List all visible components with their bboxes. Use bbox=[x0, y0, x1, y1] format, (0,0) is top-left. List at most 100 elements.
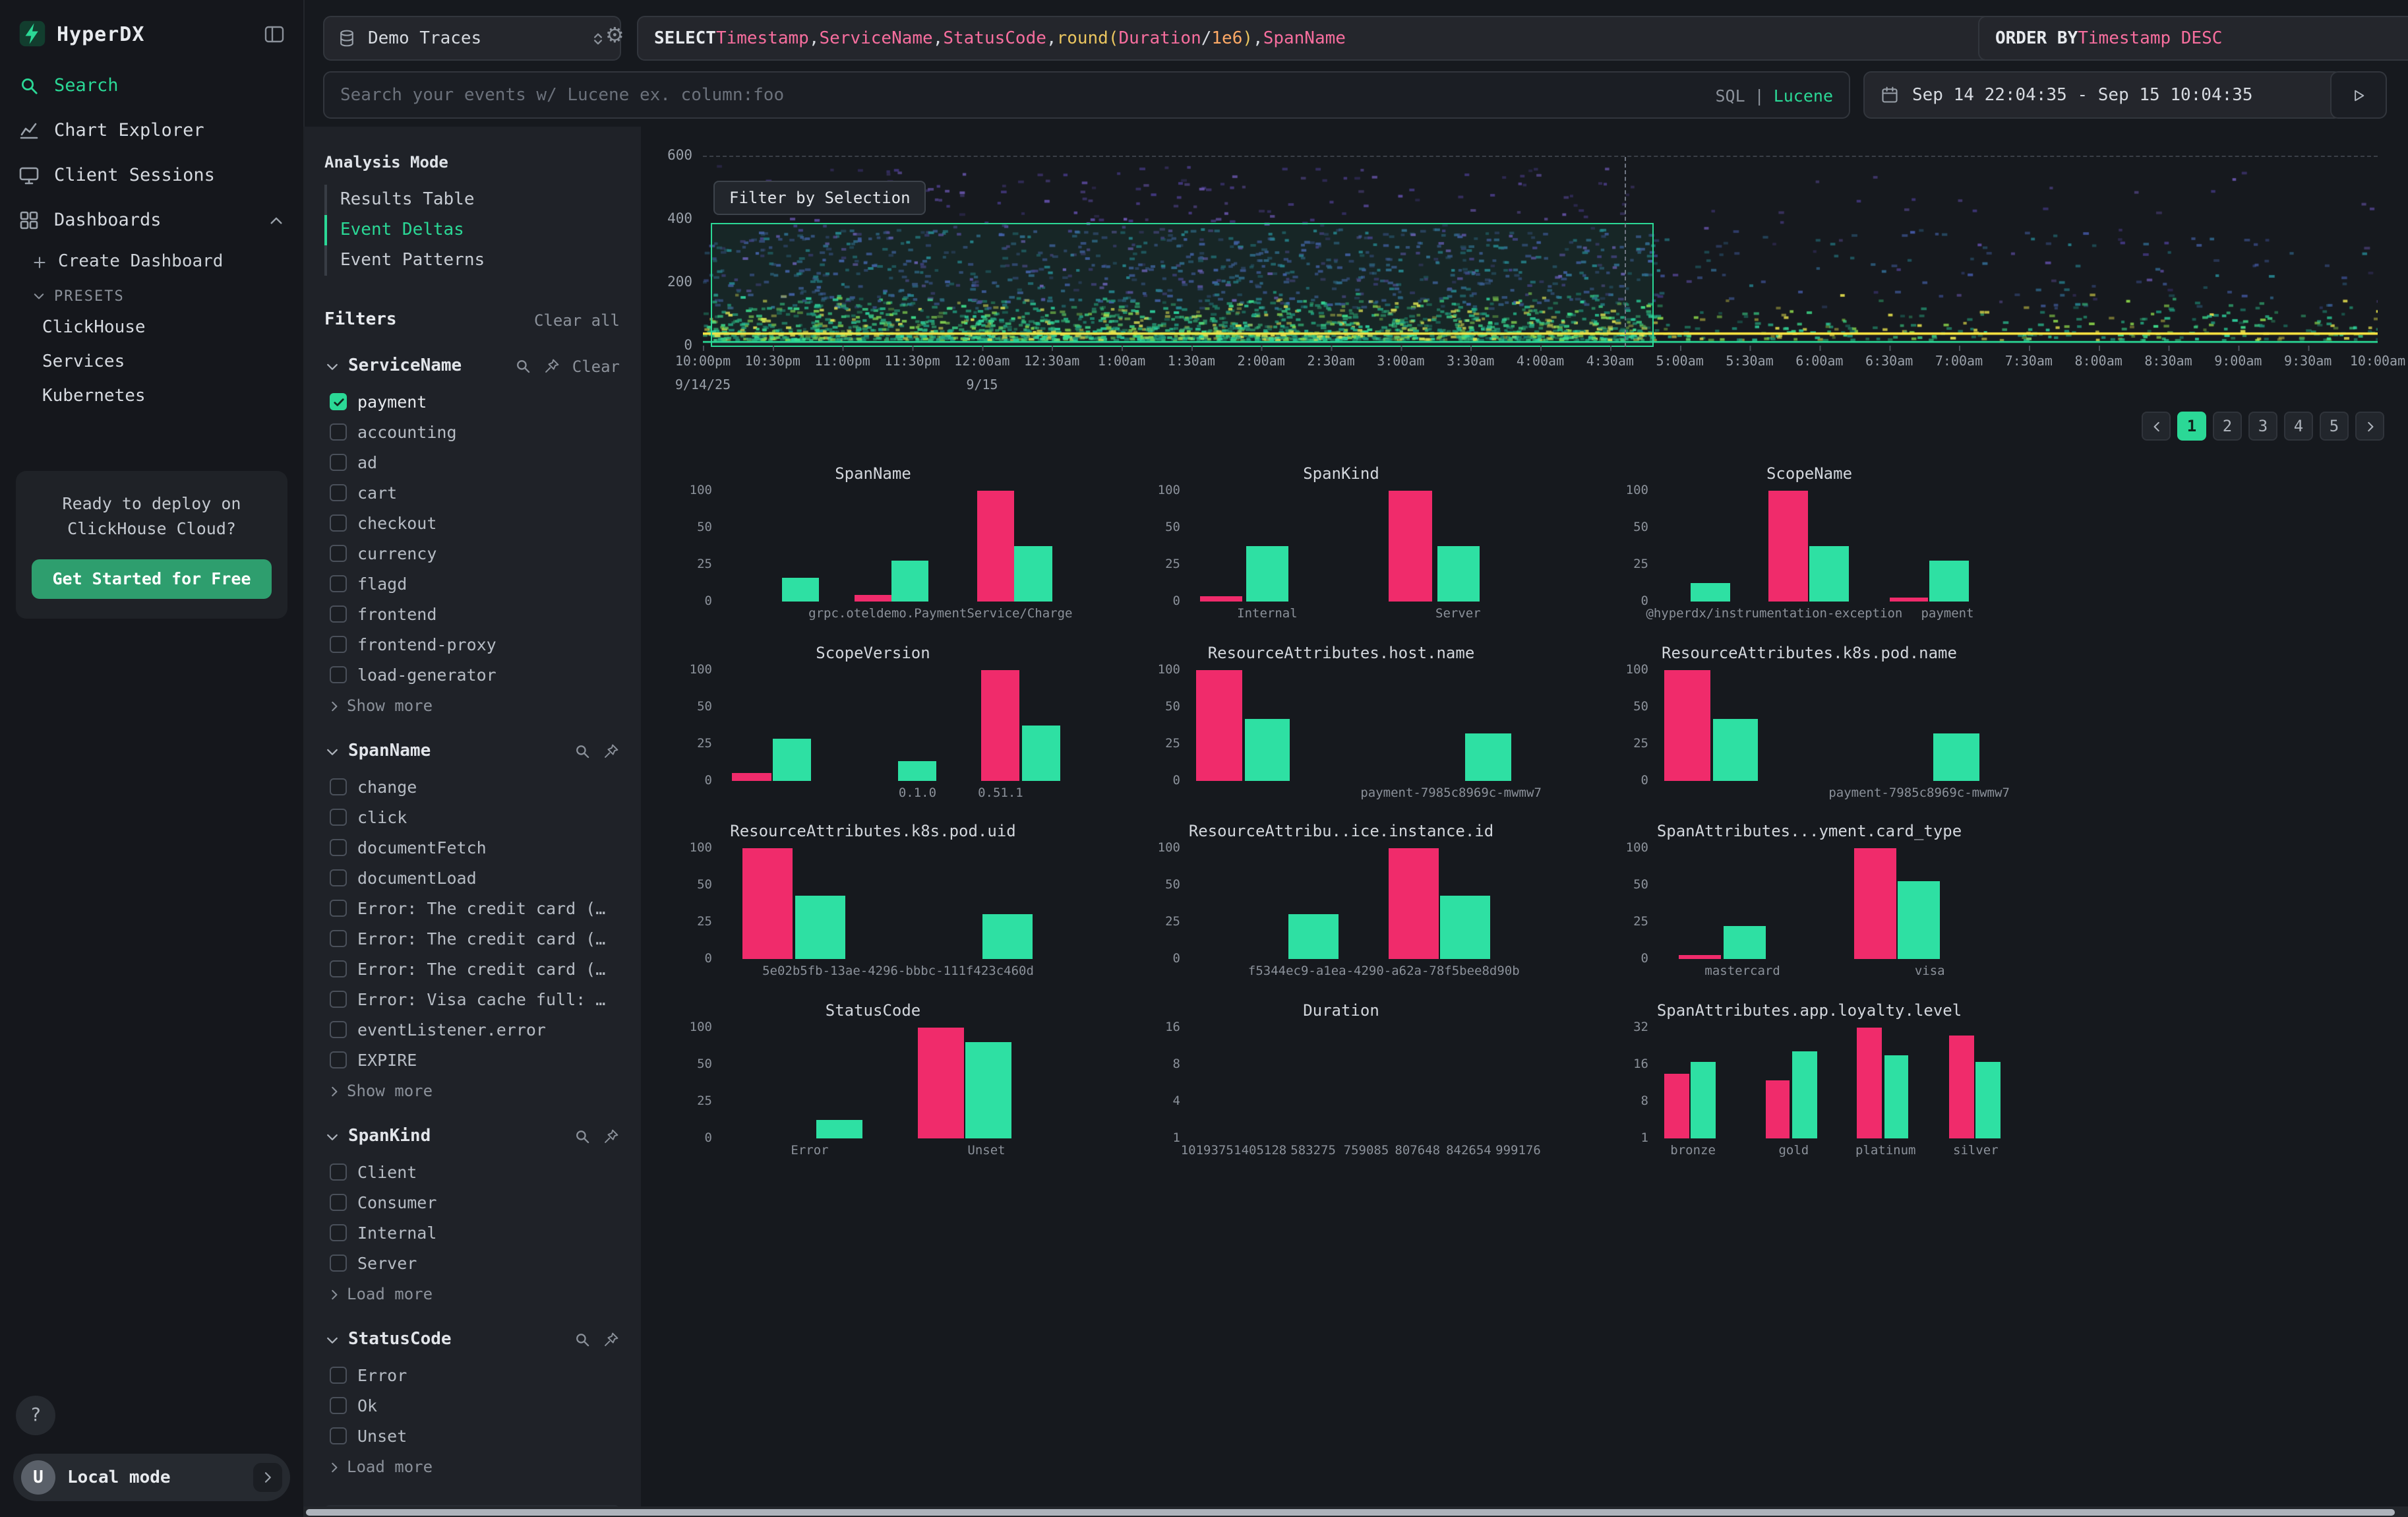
bar-green[interactable] bbox=[1809, 546, 1848, 602]
sql-select-editor[interactable]: SELECT Timestamp, ServiceName, StatusCod… bbox=[637, 16, 1997, 61]
checkbox[interactable] bbox=[330, 393, 347, 410]
checkbox[interactable] bbox=[330, 1224, 347, 1241]
checkbox[interactable] bbox=[330, 991, 347, 1008]
checkbox[interactable] bbox=[330, 1427, 347, 1444]
bar-green[interactable] bbox=[1975, 1063, 2001, 1138]
bar-pink[interactable] bbox=[917, 1027, 963, 1138]
bar-pink[interactable] bbox=[1949, 1036, 1974, 1138]
sql-toggle-label[interactable]: SQL bbox=[1715, 85, 1745, 105]
facet-clear-link[interactable]: Clear bbox=[572, 357, 620, 375]
bar-green[interactable] bbox=[1712, 720, 1759, 780]
pin-icon[interactable] bbox=[543, 357, 560, 375]
search-input[interactable] bbox=[324, 85, 1715, 105]
bar-pink[interactable] bbox=[854, 596, 891, 602]
facet-show-more[interactable]: Show more bbox=[324, 1075, 620, 1100]
run-query-button[interactable] bbox=[2330, 71, 2387, 119]
sidebar-collapse-icon[interactable] bbox=[264, 23, 285, 44]
facet-header[interactable]: SpanKind bbox=[324, 1127, 620, 1146]
bar-pink[interactable] bbox=[1665, 1074, 1690, 1138]
page-3[interactable]: 3 bbox=[2248, 412, 2277, 441]
page-5[interactable]: 5 bbox=[2320, 412, 2349, 441]
bar-pink[interactable] bbox=[1679, 954, 1721, 959]
sidebar-item-chart-explorer[interactable]: Chart Explorer bbox=[0, 108, 303, 153]
order-by-editor[interactable]: ORDER BY Timestamp DESC bbox=[1978, 16, 2408, 61]
magnifier-icon[interactable] bbox=[574, 743, 591, 760]
checkbox[interactable] bbox=[330, 1367, 347, 1384]
sidebar-item-create-dashboard[interactable]: Create Dashboard bbox=[0, 243, 303, 280]
bar-green[interactable] bbox=[1246, 546, 1288, 602]
bar-green[interactable] bbox=[1930, 561, 1969, 602]
facet-header[interactable]: SpanName bbox=[324, 741, 620, 761]
facet-load-more[interactable]: Load more bbox=[324, 1451, 620, 1476]
bar-pink[interactable] bbox=[978, 491, 1015, 602]
facet-load-more[interactable]: Load more bbox=[324, 1278, 620, 1303]
bar-pink[interactable] bbox=[981, 669, 1020, 780]
checkbox[interactable] bbox=[330, 484, 347, 501]
bar-green[interactable] bbox=[1723, 926, 1765, 959]
checkbox[interactable] bbox=[330, 545, 347, 562]
checkbox[interactable] bbox=[330, 839, 347, 856]
filter-by-selection-button[interactable]: Filter by Selection bbox=[713, 181, 926, 215]
bar-green[interactable] bbox=[1691, 1063, 1716, 1138]
bar-pink[interactable] bbox=[1665, 669, 1711, 780]
bar-green[interactable] bbox=[898, 761, 937, 780]
bar-pink[interactable] bbox=[1389, 848, 1439, 959]
pin-icon[interactable] bbox=[603, 743, 620, 760]
bar-green[interactable] bbox=[1244, 720, 1290, 780]
bar-pink[interactable] bbox=[1853, 848, 1896, 959]
horizontal-scrollbar[interactable] bbox=[303, 1506, 2408, 1517]
bar-green[interactable] bbox=[983, 915, 1033, 959]
heatmap-selection-region[interactable] bbox=[711, 224, 1654, 347]
bar-pink[interactable] bbox=[742, 848, 792, 959]
sidebar-item-clickhouse[interactable]: ClickHouse bbox=[0, 310, 303, 344]
sidebar-item-dashboards[interactable]: Dashboards bbox=[0, 198, 303, 243]
clear-all-link[interactable]: Clear all bbox=[534, 311, 620, 329]
bar-green[interactable] bbox=[1022, 725, 1061, 780]
page-prev[interactable] bbox=[2142, 412, 2171, 441]
facet-header[interactable]: StatusCode bbox=[324, 1330, 620, 1349]
checkbox[interactable] bbox=[330, 1051, 347, 1068]
language-toggle[interactable]: SQL | Lucene bbox=[1715, 85, 1849, 105]
scrollbar-thumb[interactable] bbox=[306, 1508, 2395, 1515]
checkbox[interactable] bbox=[330, 1397, 347, 1414]
bar-green[interactable] bbox=[1288, 915, 1338, 959]
bar-pink[interactable] bbox=[1200, 596, 1242, 602]
checkbox[interactable] bbox=[330, 423, 347, 441]
sidebar-item-client-sessions[interactable]: Client Sessions bbox=[0, 153, 303, 198]
checkbox[interactable] bbox=[330, 809, 347, 826]
bar-green[interactable] bbox=[817, 1120, 863, 1138]
bar-pink[interactable] bbox=[1197, 669, 1243, 780]
bar-pink[interactable] bbox=[1857, 1027, 1882, 1138]
gear-icon[interactable]: ⚙ bbox=[605, 25, 624, 46]
bar-green[interactable] bbox=[1792, 1051, 1817, 1138]
checkbox[interactable] bbox=[330, 605, 347, 623]
checkbox[interactable] bbox=[330, 454, 347, 471]
bar-green[interactable] bbox=[796, 896, 845, 959]
checkbox[interactable] bbox=[330, 930, 347, 947]
checkbox[interactable] bbox=[330, 1194, 347, 1211]
bar-green[interactable] bbox=[1437, 546, 1479, 602]
sidebar-item-search[interactable]: Search bbox=[0, 63, 303, 108]
analysis-mode-event-patterns[interactable]: Event Patterns bbox=[324, 245, 620, 276]
bar-green[interactable] bbox=[965, 1043, 1011, 1138]
help-button[interactable]: ? bbox=[16, 1396, 55, 1435]
magnifier-icon[interactable] bbox=[574, 1331, 591, 1348]
facet-show-more[interactable]: Show more bbox=[324, 690, 620, 715]
facet-header[interactable]: ServiceNameClear bbox=[324, 356, 620, 376]
checkbox[interactable] bbox=[330, 900, 347, 917]
page-2[interactable]: 2 bbox=[2213, 412, 2242, 441]
page-1[interactable]: 1 bbox=[2177, 412, 2206, 441]
bar-green[interactable] bbox=[1898, 881, 1940, 959]
bar-pink[interactable] bbox=[1769, 491, 1808, 602]
checkbox[interactable] bbox=[330, 1021, 347, 1038]
checkbox[interactable] bbox=[330, 575, 347, 592]
pin-icon[interactable] bbox=[603, 1331, 620, 1348]
checkbox[interactable] bbox=[330, 778, 347, 795]
bar-green[interactable] bbox=[891, 561, 928, 602]
sidebar-item-kubernetes[interactable]: Kubernetes bbox=[0, 379, 303, 413]
magnifier-icon[interactable] bbox=[574, 1128, 591, 1145]
checkbox[interactable] bbox=[330, 666, 347, 683]
bar-green[interactable] bbox=[1884, 1056, 1909, 1138]
checkbox[interactable] bbox=[330, 514, 347, 532]
page-4[interactable]: 4 bbox=[2284, 412, 2313, 441]
